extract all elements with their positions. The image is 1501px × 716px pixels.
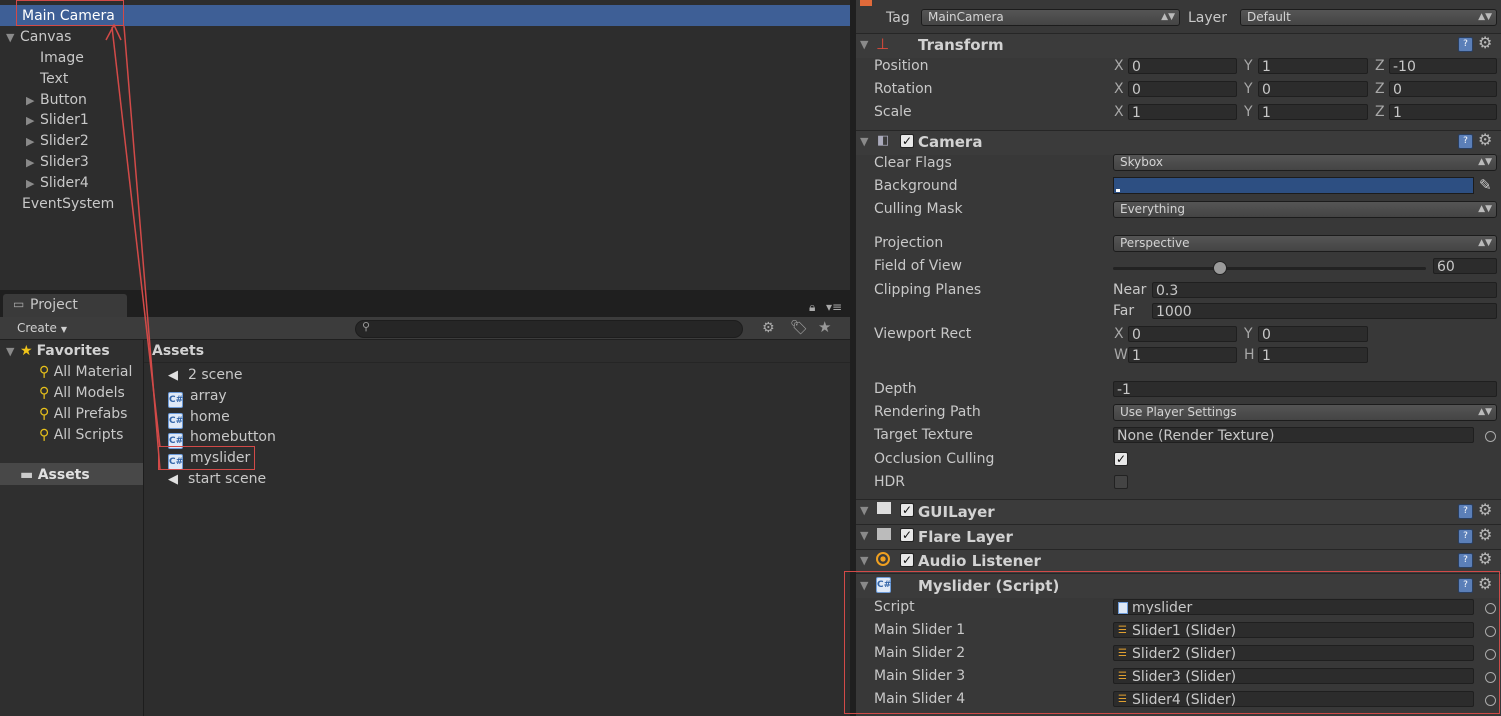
- annotation-arrow-line: [123, 25, 161, 471]
- annotation-arrow: [105, 23, 161, 471]
